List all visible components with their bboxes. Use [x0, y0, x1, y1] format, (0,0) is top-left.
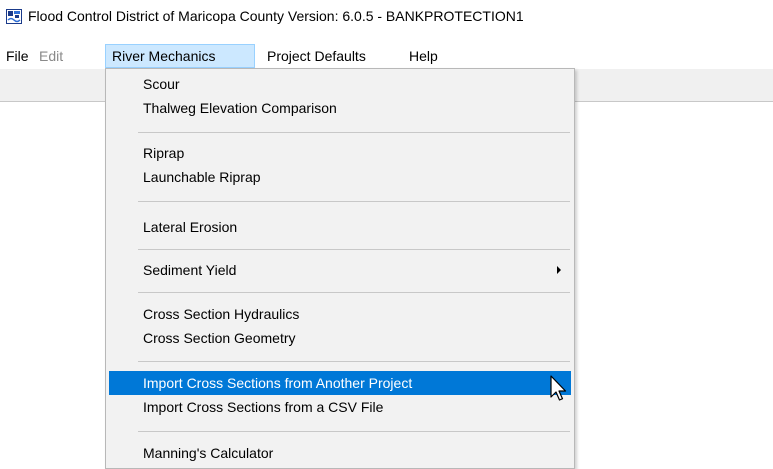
menu-item-riprap[interactable]: Riprap [109, 141, 571, 165]
menu-item-thalweg-elevation-comparison[interactable]: Thalweg Elevation Comparison [109, 96, 571, 120]
menu-item-launchable-riprap[interactable]: Launchable Riprap [109, 165, 571, 189]
menu-separator [138, 249, 570, 250]
menu-separator [138, 431, 570, 432]
menu-item-import-cross-sections-from-another-project[interactable]: Import Cross Sections from Another Proje… [109, 371, 571, 395]
menu-item-label: Scour [143, 76, 180, 92]
menu-item-label: Sediment Yield [143, 262, 237, 278]
submenu-arrow-icon [557, 266, 561, 274]
menu-item-sediment-yield[interactable]: Sediment Yield [109, 258, 571, 282]
river-mechanics-dropdown: Scour Thalweg Elevation Comparison Ripra… [105, 68, 575, 469]
window-title: Flood Control District of Maricopa Count… [28, 8, 524, 24]
menu-item-label: Lateral Erosion [143, 219, 238, 235]
menu-separator [138, 292, 570, 293]
menu-separator [138, 201, 570, 202]
app-logo-icon[interactable] [6, 9, 22, 24]
title-bar: Flood Control District of Maricopa Count… [0, 0, 773, 34]
mouse-pointer-icon [550, 375, 570, 407]
menu-separator [138, 361, 570, 362]
menu-item-label: Launchable Riprap [143, 169, 261, 185]
menu-river-mechanics[interactable]: River Mechanics [105, 44, 255, 68]
menu-item-label: Riprap [143, 145, 185, 161]
menu-file[interactable]: File [0, 44, 35, 68]
menu-item-label: Cross Section Hydraulics [143, 306, 300, 322]
menu-bar: File Edit River Mechanics Project Defaul… [0, 44, 773, 68]
menu-item-label: Import Cross Sections from a CSV File [143, 399, 384, 415]
menu-project-defaults[interactable]: Project Defaults [261, 44, 372, 68]
menu-item-label: Cross Section Geometry [143, 330, 296, 346]
menu-item-label: Manning's Calculator [143, 445, 274, 461]
menu-item-label: Thalweg Elevation Comparison [143, 100, 337, 116]
menu-item-cross-section-hydraulics[interactable]: Cross Section Hydraulics [109, 302, 571, 326]
menu-item-lateral-erosion[interactable]: Lateral Erosion [109, 215, 571, 239]
menu-item-cross-section-geometry[interactable]: Cross Section Geometry [109, 326, 571, 350]
menu-edit[interactable]: Edit [33, 44, 69, 68]
menu-item-mannings-calculator[interactable]: Manning's Calculator [109, 441, 571, 465]
menu-help[interactable]: Help [403, 44, 444, 68]
menu-item-scour[interactable]: Scour [109, 72, 571, 96]
menu-separator [138, 132, 570, 133]
menu-item-import-cross-sections-from-csv[interactable]: Import Cross Sections from a CSV File [109, 395, 571, 419]
menu-item-label: Import Cross Sections from Another Proje… [143, 375, 413, 391]
